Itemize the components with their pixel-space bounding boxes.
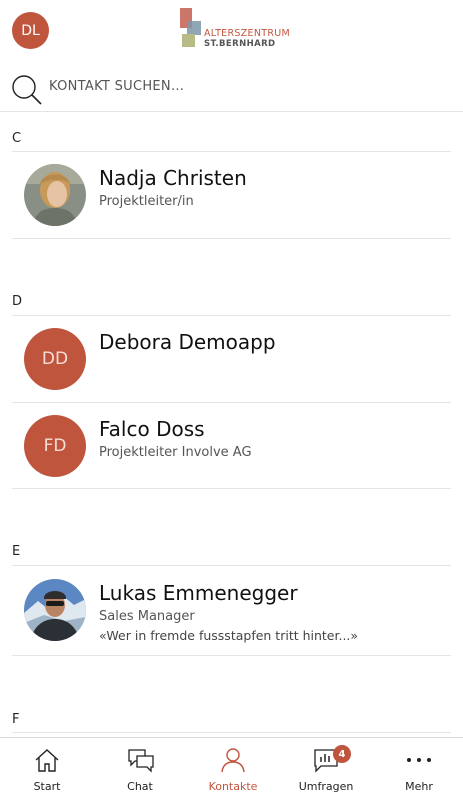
tab-label: Kontakte [208,780,258,793]
contact-avatar-initials: DD [24,328,86,390]
chat-icon [128,749,154,773]
contact-role: Projektleiter Involve AG [99,445,252,460]
contact-status: «Wer in fremde fussstapfen tritt hinter.… [99,628,359,643]
logo-square-olive [182,34,195,47]
app-header: DL ALTERSZENTRUM ST.BERNHARD [0,0,463,64]
bottom-tab-bar: Start Chat Kontakte 4 Umfragen Mehr [0,737,463,800]
divider [12,565,451,566]
contact-avatar-initials: FD [24,415,86,477]
section-letter-e: E [12,544,21,559]
divider [12,655,451,656]
contact-item[interactable]: FD Falco Doss Projektleiter Involve AG [12,403,451,489]
contact-name: Debora Demoapp [99,330,276,354]
user-avatar[interactable]: DL [12,12,49,49]
section-letter-d: D [12,294,23,309]
contact-item[interactable]: Lukas Emmenegger Sales Manager «Wer in f… [12,567,451,653]
section-letter-f: F [12,712,20,727]
contact-role: Projektleiter/in [99,194,194,209]
contact-item[interactable]: DD Debora Demoapp [12,316,451,402]
divider [12,488,451,489]
logo-square-blue [187,21,201,35]
contact-name: Lukas Emmenegger [99,581,298,605]
contact-item[interactable]: Nadja Christen Projektleiter/in [12,152,451,238]
tab-label: Umfragen [298,780,354,793]
tab-start[interactable]: Start [1,738,93,800]
contact-photo [24,164,86,226]
contact-name: Falco Doss [99,417,205,441]
logo-line-1: ALTERSZENTRUM [204,28,290,39]
tab-label: Start [33,780,61,793]
user-initials: DL [21,22,40,39]
contact-name: Nadja Christen [99,166,247,190]
tab-chat[interactable]: Chat [94,738,186,800]
tab-umfragen[interactable]: 4 Umfragen [280,738,372,800]
search-input[interactable]: KONTAKT SUCHEN... [49,79,184,94]
tab-kontakte[interactable]: Kontakte [187,738,279,800]
contact-role: Sales Manager [99,609,195,624]
contact-photo [24,579,86,641]
tab-label: Mehr [405,780,433,793]
tab-label: Chat [127,780,153,793]
notification-badge: 4 [333,745,351,763]
divider [12,732,451,733]
divider [12,238,451,239]
person-icon [221,748,245,773]
tab-mehr[interactable]: Mehr [373,738,463,800]
logo-line-2: ST.BERNHARD [204,39,276,49]
more-icon [407,758,431,762]
home-icon [35,749,59,772]
search-icon [12,75,42,105]
app-logo: ALTERSZENTRUM ST.BERNHARD [178,8,290,50]
section-letter-c: C [12,131,22,146]
contact-search[interactable]: KONTAKT SUCHEN... [0,66,463,112]
